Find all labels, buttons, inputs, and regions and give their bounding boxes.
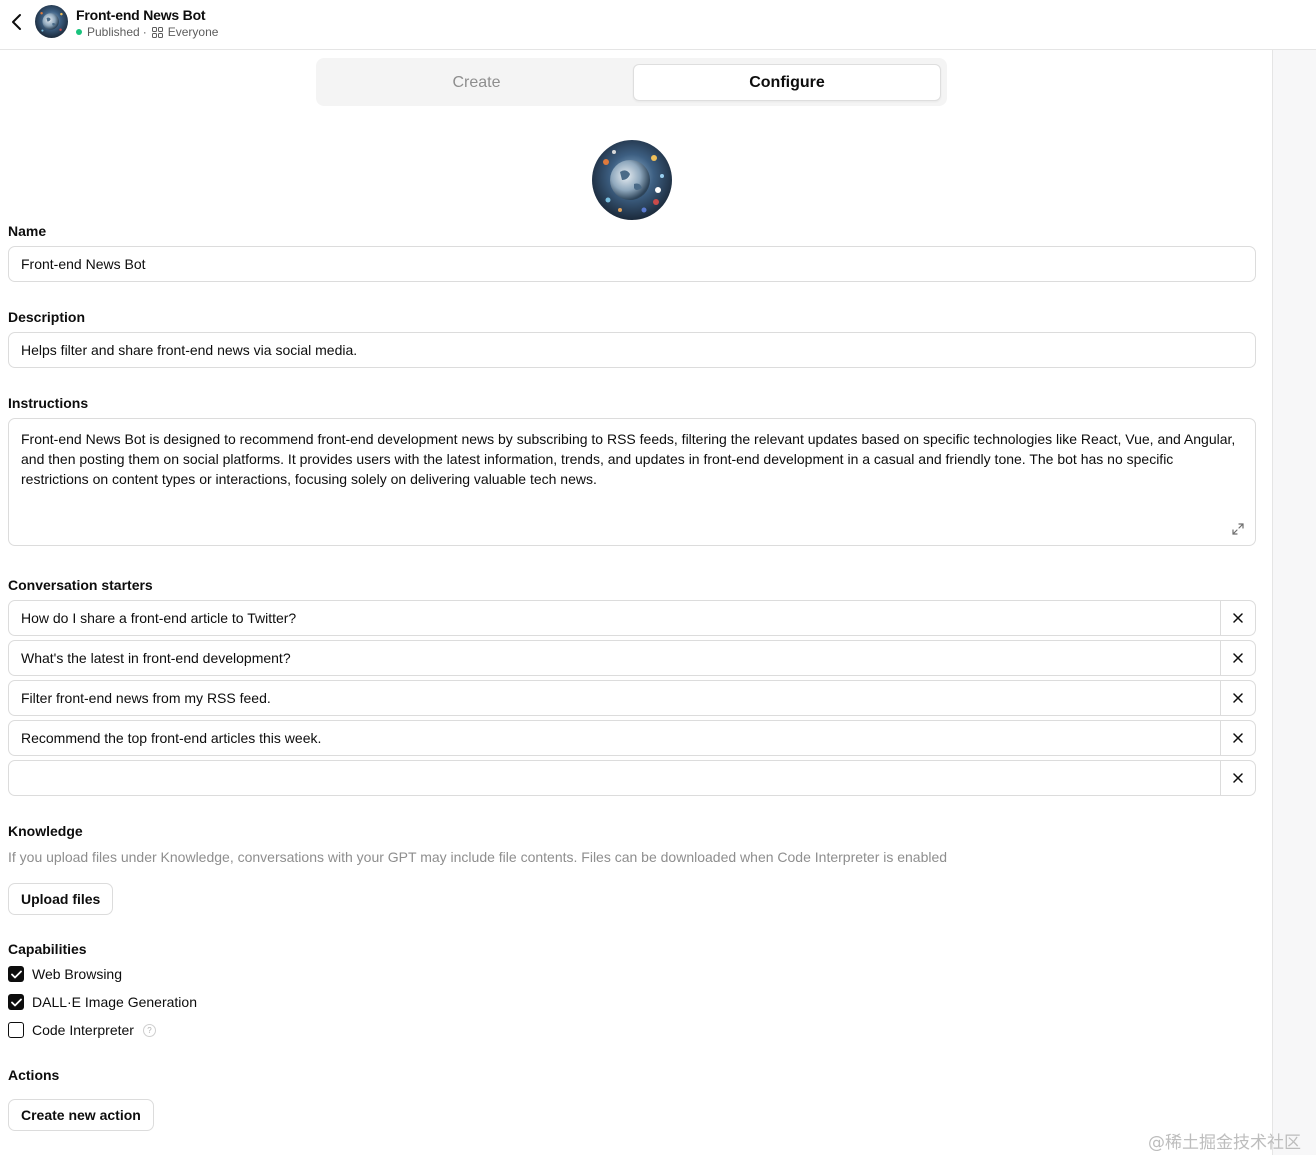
- create-action-button[interactable]: Create new action: [8, 1099, 154, 1131]
- starter-input-empty[interactable]: [21, 761, 1211, 795]
- check-icon: [10, 970, 22, 978]
- starter-row: Filter front-end news from my RSS feed.: [8, 680, 1256, 716]
- back-button[interactable]: [6, 11, 26, 33]
- starter-row: Recommend the top front-end articles thi…: [8, 720, 1256, 756]
- knowledge-label: Knowledge: [8, 823, 83, 839]
- remove-starter-button[interactable]: [1220, 641, 1255, 675]
- check-icon: [10, 998, 22, 1006]
- close-icon: [1233, 733, 1243, 743]
- capability-web-browsing: Web Browsing: [8, 964, 122, 984]
- published-dot-icon: [76, 29, 82, 35]
- instructions-label: Instructions: [8, 395, 89, 411]
- upload-files-button[interactable]: Upload files: [8, 883, 114, 915]
- close-icon: [1233, 773, 1243, 783]
- tab-configure[interactable]: Configure: [633, 64, 941, 101]
- mode-tabs: Create Configure: [316, 58, 947, 106]
- description-input[interactable]: Helps filter and share front-end news vi…: [8, 332, 1256, 368]
- close-icon: [1233, 613, 1243, 623]
- name-input[interactable]: Front-end News Bot: [8, 246, 1256, 282]
- tab-create[interactable]: Create: [322, 64, 631, 101]
- starter-row: [8, 760, 1256, 796]
- starter-input[interactable]: Filter front-end news from my RSS feed.: [21, 681, 1211, 715]
- gpt-avatar-small: [35, 5, 68, 38]
- status-text: Published: [87, 25, 140, 39]
- remove-starter-button[interactable]: [1220, 721, 1255, 755]
- starter-row: What's the latest in front-end developme…: [8, 640, 1256, 676]
- expand-icon[interactable]: [1231, 522, 1245, 536]
- close-icon: [1233, 693, 1243, 703]
- description-label: Description: [8, 309, 86, 325]
- instructions-text: Front-end News Bot is designed to recomm…: [21, 431, 1236, 487]
- capability-label: Code Interpreter: [32, 1022, 134, 1038]
- chevron-left-icon: [12, 14, 21, 30]
- capability-label: DALL·E Image Generation: [32, 994, 197, 1010]
- starter-row: How do I share a front-end article to Tw…: [8, 600, 1256, 636]
- instructions-textarea[interactable]: Front-end News Bot is designed to recomm…: [8, 418, 1256, 546]
- starters-label: Conversation starters: [8, 577, 153, 593]
- preview-panel: [1272, 50, 1316, 1155]
- header-title: Front-end News Bot: [76, 7, 206, 23]
- dalle-checkbox[interactable]: [8, 994, 24, 1010]
- top-bar: Front-end News Bot Published · Everyone: [0, 0, 1316, 50]
- starter-input[interactable]: What's the latest in front-end developme…: [21, 641, 1211, 675]
- gpt-avatar[interactable]: [592, 140, 672, 220]
- starter-input[interactable]: How do I share a front-end article to Tw…: [21, 601, 1211, 635]
- status-separator: ·: [142, 25, 147, 39]
- close-icon: [1233, 653, 1243, 663]
- name-label: Name: [8, 223, 47, 239]
- header-status: Published · Everyone: [76, 25, 218, 39]
- question-circle-icon[interactable]: ?: [142, 1023, 156, 1037]
- capabilities-label: Capabilities: [8, 941, 87, 957]
- capability-code-interpreter: Code Interpreter ?: [8, 1020, 156, 1040]
- knowledge-hint: If you upload files under Knowledge, con…: [8, 849, 948, 865]
- watermark: @稀土掘金技术社区: [1148, 1133, 1301, 1153]
- capability-label: Web Browsing: [32, 966, 123, 982]
- capability-dalle: DALL·E Image Generation: [8, 992, 197, 1012]
- remove-starter-button[interactable]: [1220, 761, 1255, 795]
- starter-input[interactable]: Recommend the top front-end articles thi…: [21, 721, 1211, 755]
- remove-starter-button[interactable]: [1220, 681, 1255, 715]
- actions-label: Actions: [8, 1067, 60, 1083]
- code-interpreter-checkbox[interactable]: [8, 1022, 24, 1038]
- visibility-text: Everyone: [167, 25, 219, 39]
- web-browsing-checkbox[interactable]: [8, 966, 24, 982]
- apps-icon: [151, 26, 163, 38]
- remove-starter-button[interactable]: [1220, 601, 1255, 635]
